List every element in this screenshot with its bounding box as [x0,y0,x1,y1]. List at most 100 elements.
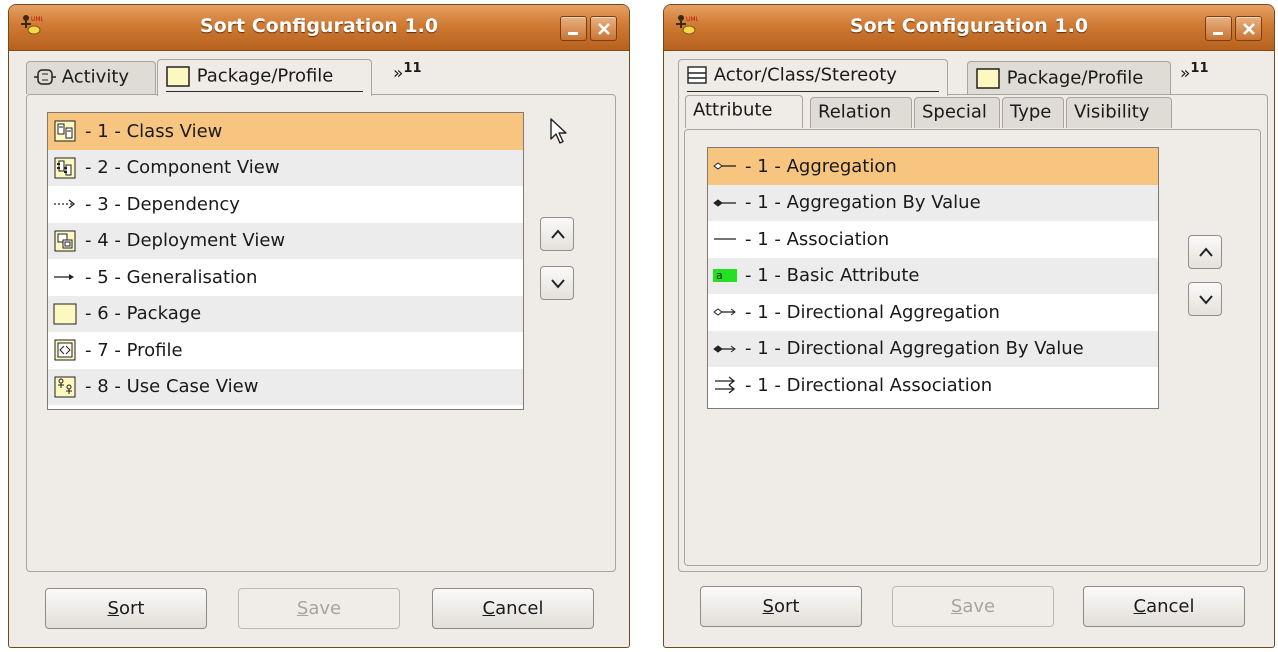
aggregation-icon [713,154,737,178]
tab-package-profile-label: Package/Profile [196,65,334,87]
move-up-button[interactable] [1188,235,1222,269]
list-item[interactable]: - 1 - Aggregation By Value [708,184,1158,221]
basic-attribute-icon: a [713,264,737,288]
sort-button[interactable]: Sort [45,588,207,629]
tab-attribute[interactable]: Attribute [685,95,803,128]
sort-label: ort [773,596,800,617]
component-view-icon [53,156,77,180]
deployment-view-icon [53,229,77,253]
tab-activity-label: Activity [61,66,130,88]
sort-config-window-left: UML Sort Configuration 1.0 Activity Pack… [8,4,630,648]
cancel-mnemonic: C [1133,596,1147,617]
mouse-pointer-icon [550,118,567,144]
move-down-button[interactable] [1188,282,1222,316]
list-item-label: - 2 - Component View [85,157,280,179]
save-mnemonic: S [296,598,309,619]
tab-visibility-label: Visibility [1074,101,1150,123]
main-tabbar: Activity Package/Profile »11 [9,59,629,96]
list-item[interactable]: - 1 - Association [708,221,1158,258]
list-item[interactable]: - 1 - Aggregation [708,148,1158,185]
list-item[interactable]: - 1 - Class View [48,113,523,150]
class-icon [687,66,707,84]
list-item-label: - 1 - Directional Aggregation [745,301,1000,323]
tab-actor-class-stereotype[interactable]: Actor/Class/Stereoty [678,59,948,96]
list-item[interactable]: - 1 - Directional Aggregation By Value [708,330,1158,367]
more-tabs-count: 11 [1190,61,1209,76]
tab-package-profile-label: Package/Profile [1006,67,1144,89]
list-item-label: - 8 - Use Case View [85,376,259,398]
title-bar[interactable]: UML Sort Configuration 1.0 [9,5,629,51]
list-item-label: - 4 - Deployment View [85,230,286,252]
minimize-icon [568,32,578,35]
more-tabs-indicator[interactable]: »11 [393,61,422,84]
tab-visibility[interactable]: Visibility [1066,97,1172,128]
use-case-view-icon [53,375,77,399]
tab-type-label: Type [1010,101,1052,123]
activity-icon [34,69,56,85]
list-item-label: - 5 - Generalisation [85,266,258,288]
list-item-label: - 1 - Basic Attribute [745,265,920,287]
save-label: ave [308,598,342,619]
cancel-label: ancel [1146,596,1195,617]
list-item[interactable]: - 2 - Component View [48,149,523,186]
association-icon [713,227,737,251]
tab-relation-label: Relation [818,101,892,123]
chevron-up-icon [551,229,565,239]
window-title: Sort Configuration 1.0 [849,15,1089,37]
sort-items-list[interactable]: - 1 - Aggregation - 1 - Aggregation By V… [707,147,1159,409]
basic-attribute-badge: a [713,269,737,283]
cancel-button[interactable]: Cancel [1083,586,1245,627]
tab-package-profile[interactable]: Package/Profile [967,61,1171,94]
close-icon [1243,23,1255,35]
main-tabbar: Actor/Class/Stereoty Package/Profile »11 [664,59,1274,96]
tab-special[interactable]: Special [914,97,1000,128]
move-up-button[interactable] [540,217,574,251]
tab-type[interactable]: Type [1002,97,1064,128]
class-view-icon [53,119,77,143]
minimize-button[interactable] [1205,16,1232,41]
tab-attribute-label: Attribute [693,99,773,121]
chevron-up-icon [1199,247,1213,257]
list-item-label: - 7 - Profile [85,339,183,361]
tab-package-profile[interactable]: Package/Profile [157,59,372,96]
list-item[interactable]: - 8 - Use Case View [48,368,523,405]
dependency-arrow-icon [53,192,77,216]
composition-icon [713,191,737,215]
list-item[interactable]: - 7 - Profile [48,332,523,369]
sort-button[interactable]: Sort [700,586,862,627]
tab-relation[interactable]: Relation [810,97,912,128]
cancel-button[interactable]: Cancel [432,588,594,629]
list-item[interactable]: - 3 - Dependency [48,186,523,223]
title-bar[interactable]: UML Sort Configuration 1.0 [664,5,1274,51]
tab-activity[interactable]: Activity [26,61,156,94]
cancel-mnemonic: C [482,598,496,619]
sort-mnemonic: S [762,596,774,617]
list-item[interactable]: - 4 - Deployment View [48,222,523,259]
sort-mnemonic: S [107,598,119,619]
sort-items-list[interactable]: - 1 - Class View - 2 - Component View - … [47,112,524,410]
list-item[interactable]: - 1 - Directional Aggregation [708,294,1158,331]
save-mnemonic: S [950,596,963,617]
list-item[interactable]: - 6 - Package [48,295,523,332]
save-button[interactable]: Save [238,588,400,629]
list-item[interactable]: - 5 - Generalisation [48,259,523,296]
list-item[interactable]: - 1 - Directional Association [708,367,1158,404]
focus-underline [687,91,939,92]
close-button[interactable] [1235,16,1262,41]
more-tabs-indicator[interactable]: »11 [1180,61,1209,84]
sort-label: ort [118,598,145,619]
list-item-label: - 1 - Class View [85,120,223,142]
list-item[interactable]: a - 1 - Basic Attribute [708,257,1158,294]
list-item-label: - 1 - Association [745,228,890,250]
minimize-button[interactable] [560,16,587,41]
close-button[interactable] [590,16,617,41]
close-icon [598,23,610,35]
package-icon [166,66,190,87]
cancel-label: ancel [495,598,544,619]
move-down-button[interactable] [540,266,574,300]
list-item-label: - 1 - Aggregation By Value [745,192,981,214]
list-item-label: - 1 - Directional Association [745,374,993,396]
save-button[interactable]: Save [892,586,1054,627]
list-item-label: - 6 - Package [85,303,202,325]
minimize-icon [1213,32,1223,35]
